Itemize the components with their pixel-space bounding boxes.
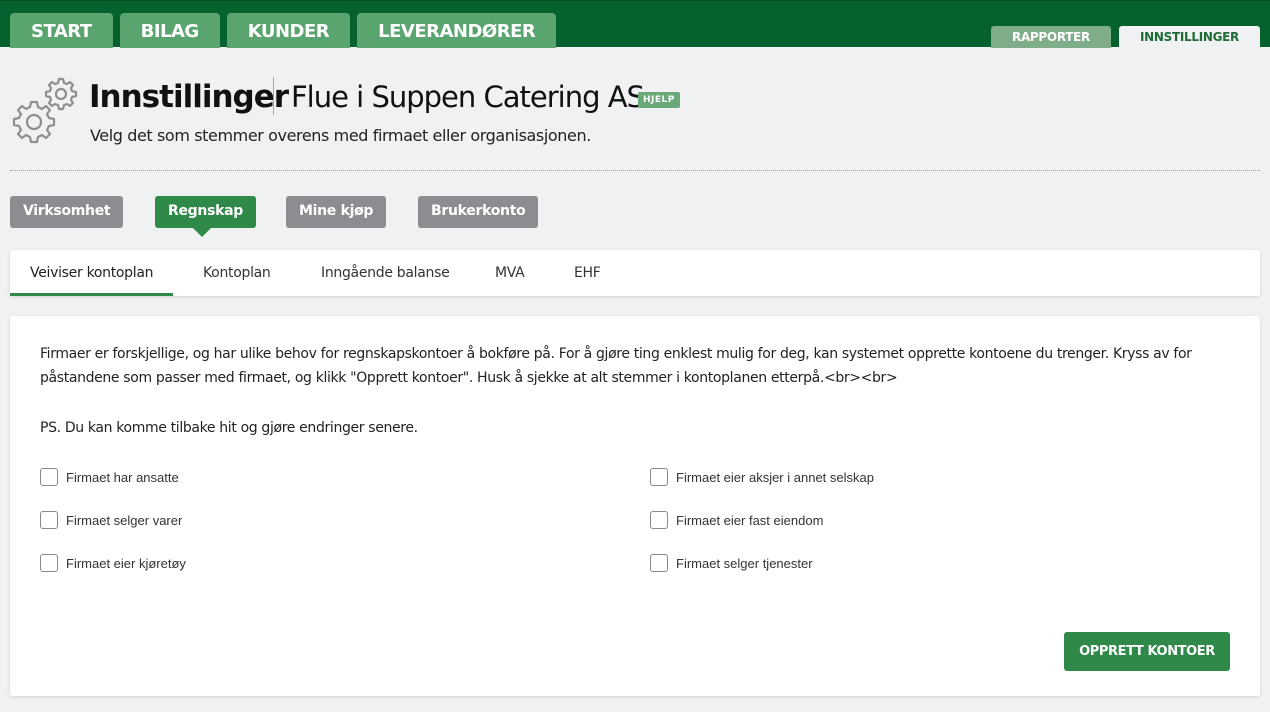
subtab-veiviser-kontoplan[interactable]: Veiviser kontoplan (10, 250, 174, 296)
checkbox[interactable] (40, 554, 58, 572)
option-eier-aksjer[interactable]: Firmaet eier aksjer i annet selskap (650, 468, 874, 486)
top-nav-bar: START BILAG KUNDER LEVERANDØRER RAPPORTE… (0, 0, 1270, 48)
section-regnskap[interactable]: Regnskap (155, 196, 256, 228)
nav-tab-start[interactable]: START (10, 13, 113, 48)
subtab-mva[interactable]: MVA (495, 250, 525, 296)
wizard-card: Firmaer er forskjellige, og har ulike be… (10, 316, 1260, 696)
title-separator (273, 77, 274, 115)
option-label: Firmaet selger tjenester (676, 555, 813, 571)
option-label: Firmaet eier fast eiendom (676, 512, 824, 528)
section-brukerkonto[interactable]: Brukerkonto (418, 196, 539, 228)
help-button[interactable]: HJELP (638, 92, 680, 108)
main-nav-tabs: START BILAG KUNDER LEVERANDØRER (10, 13, 557, 48)
wizard-intro-text: Firmaer er forskjellige, og har ulike be… (40, 346, 1192, 386)
subtab-ehf[interactable]: EHF (574, 250, 601, 296)
option-label: Firmaet selger varer (66, 512, 183, 528)
nav-tab-rapporter[interactable]: RAPPORTER (991, 26, 1111, 48)
nav-tab-kunder[interactable]: KUNDER (226, 13, 351, 48)
option-eier-fast-eiendom[interactable]: Firmaet eier fast eiendom (650, 511, 823, 529)
section-mine-kjop[interactable]: Mine kjøp (286, 196, 387, 228)
checkbox[interactable] (650, 468, 668, 486)
active-section-pointer (192, 227, 212, 237)
option-selger-tjenester[interactable]: Firmaet selger tjenester (650, 554, 813, 572)
subtab-kontoplan[interactable]: Kontoplan (203, 250, 271, 296)
option-label: Firmaet eier aksjer i annet selskap (676, 469, 874, 485)
subtab-bar: Veiviser kontoplan Kontoplan Inngående b… (10, 250, 1260, 296)
section-virksomhet[interactable]: Virksomhet (10, 196, 124, 228)
page-title: Innstillinger (89, 79, 289, 115)
wizard-ps-text: PS. Du kan komme tilbake hit og gjøre en… (40, 420, 418, 436)
checkbox[interactable] (650, 511, 668, 529)
secondary-nav-tabs: RAPPORTER INNSTILLINGER (991, 26, 1260, 48)
create-accounts-button[interactable]: OPPRETT KONTOER (1064, 632, 1230, 671)
company-name: Flue i Suppen Catering AS (291, 80, 645, 114)
subtab-inngaende-balanse[interactable]: Inngående balanse (321, 250, 450, 296)
checkbox[interactable] (40, 511, 58, 529)
option-selger-varer[interactable]: Firmaet selger varer (40, 511, 182, 529)
gears-icon (12, 77, 78, 144)
option-har-ansatte[interactable]: Firmaet har ansatte (40, 468, 179, 486)
option-eier-kjoretoy[interactable]: Firmaet eier kjøretøy (40, 554, 186, 572)
checkbox[interactable] (40, 468, 58, 486)
checkbox[interactable] (650, 554, 668, 572)
header-divider (10, 170, 1260, 171)
option-label: Firmaet har ansatte (66, 469, 179, 485)
page-subtitle: Velg det som stemmer overens med firmaet… (90, 126, 591, 145)
nav-tab-leverandorer[interactable]: LEVERANDØRER (357, 13, 557, 48)
nav-tab-innstillinger[interactable]: INNSTILLINGER (1118, 26, 1260, 48)
option-label: Firmaet eier kjøretøy (66, 555, 186, 571)
nav-tab-bilag[interactable]: BILAG (119, 13, 220, 48)
